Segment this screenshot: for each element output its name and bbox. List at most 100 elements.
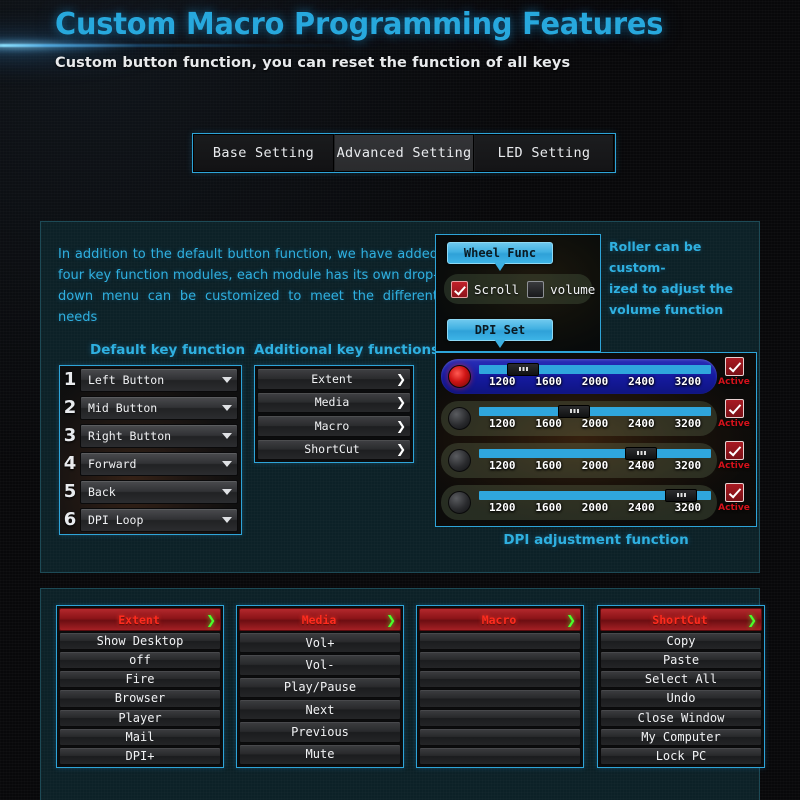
- menu-column-media: Media ❯ Vol+ Vol- Play/Pause Next Previo…: [236, 605, 404, 768]
- chevron-down-icon: [217, 489, 237, 495]
- dpi-active-checkbox[interactable]: [724, 399, 744, 418]
- dpi-profile-radio-4[interactable]: [448, 491, 471, 514]
- menu-columns-panel: Extent ❯ Show Desktop off Fire Browser P…: [40, 588, 765, 800]
- additional-function-label: Macro: [314, 418, 350, 433]
- dpi-row-3: 1200 1600 2000 2400 3200 Active: [441, 441, 751, 480]
- dpi-slider-track[interactable]: [479, 447, 711, 460]
- menu-item[interactable]: Show Desktop: [59, 632, 221, 651]
- menu-item[interactable]: Mute: [239, 743, 401, 765]
- menu-column-macro: Macro ❯: [416, 605, 584, 768]
- key-dropdown-2[interactable]: Mid Button: [80, 396, 238, 420]
- dpi-active-checkbox[interactable]: [724, 357, 744, 376]
- tab-led-setting[interactable]: LED Setting: [474, 134, 614, 172]
- menu-item[interactable]: [419, 746, 581, 765]
- chevron-down-icon: [217, 377, 237, 383]
- menu-item[interactable]: Next: [239, 698, 401, 721]
- dpi-slider-4[interactable]: 1200 1600 2000 2400 3200: [479, 489, 711, 514]
- menu-item[interactable]: Browser: [59, 689, 221, 708]
- menu-header-extent[interactable]: Extent ❯: [59, 608, 221, 631]
- page-root: Custom Macro Programming Features Custom…: [0, 0, 800, 800]
- dpi-tick: 2000: [581, 417, 609, 430]
- chevron-right-icon: ❯: [395, 442, 407, 457]
- additional-function-media[interactable]: Media ❯: [257, 391, 411, 413]
- additional-function-macro[interactable]: Macro ❯: [257, 415, 411, 437]
- key-dropdown-1[interactable]: Left Button: [80, 368, 238, 392]
- dpi-slider-handle[interactable]: [506, 363, 539, 376]
- menu-item[interactable]: Play/Pause: [239, 676, 401, 698]
- scroll-checkbox[interactable]: [451, 280, 468, 298]
- tab-advanced-setting[interactable]: Advanced Setting: [334, 134, 474, 172]
- dpi-profile-radio-2[interactable]: [448, 407, 471, 430]
- dpi-slider-3[interactable]: 1200 1600 2000 2400 3200: [479, 447, 711, 472]
- chevron-right-icon: ❯: [395, 395, 407, 410]
- dpi-active-checkbox[interactable]: [724, 483, 744, 502]
- menu-item[interactable]: [419, 727, 581, 746]
- dpi-slider-track[interactable]: [479, 405, 711, 418]
- default-key-row: 1 Left Button: [60, 366, 241, 394]
- key-index: 4: [63, 453, 77, 474]
- dpi-tick: 3200: [674, 417, 702, 430]
- dpi-tick: 2400: [628, 459, 655, 472]
- dpi-slider-2[interactable]: 1200 1600 2000 2400 3200: [479, 405, 711, 430]
- volume-checkbox[interactable]: [527, 280, 545, 298]
- default-key-function-heading: Default key function: [90, 342, 246, 358]
- menu-item[interactable]: Lock PC: [600, 746, 762, 765]
- additional-function-shortcut[interactable]: ShortCut ❯: [257, 438, 411, 460]
- additional-functions-list: Extent ❯ Media ❯ Macro ❯ ShortCut ❯: [254, 365, 414, 463]
- menu-item[interactable]: My Computer: [600, 727, 762, 746]
- volume-label: volume: [550, 281, 596, 297]
- additional-function-extent[interactable]: Extent ❯: [257, 368, 411, 390]
- key-dropdown-5[interactable]: Back: [80, 480, 238, 504]
- default-key-list: 1 Left Button 2 Mid Button 3 Right Butto…: [59, 365, 242, 535]
- dpi-active-checkbox[interactable]: [724, 441, 744, 460]
- dpi-slider-handle[interactable]: [625, 447, 658, 460]
- dpi-tick-labels: 1200 1600 2000 2400 3200: [479, 375, 711, 388]
- default-key-row: 2 Mid Button: [60, 394, 241, 422]
- key-index: 1: [63, 369, 77, 390]
- menu-item[interactable]: Copy: [600, 632, 762, 651]
- menu-item[interactable]: Vol+: [239, 632, 401, 654]
- menu-header-macro[interactable]: Macro ❯: [419, 608, 581, 631]
- default-key-row: 6 DPI Loop: [60, 506, 241, 534]
- dpi-slider-track[interactable]: [479, 489, 711, 502]
- dpi-tick-labels: 1200 1600 2000 2400 3200: [479, 459, 711, 472]
- key-dropdown-4[interactable]: Forward: [80, 452, 238, 476]
- dpi-slider-track[interactable]: [479, 363, 711, 376]
- dpi-tick: 2000: [581, 501, 609, 514]
- menu-item[interactable]: [419, 708, 581, 727]
- menu-item[interactable]: [419, 651, 581, 670]
- menu-item[interactable]: DPI+: [59, 746, 221, 765]
- tab-base-setting[interactable]: Base Setting: [193, 134, 334, 172]
- menu-item[interactable]: Player: [59, 708, 221, 727]
- menu-item[interactable]: Mail: [59, 727, 221, 746]
- menu-item[interactable]: Select All: [600, 670, 762, 689]
- dpi-active-group-3: Active: [718, 441, 750, 471]
- menu-item[interactable]: [419, 670, 581, 689]
- menu-header-media[interactable]: Media ❯: [239, 608, 401, 631]
- menu-item[interactable]: off: [59, 651, 221, 670]
- dpi-profile-radio-3[interactable]: [448, 449, 471, 472]
- wheel-mode-checkbox-group: Scroll volume: [444, 274, 596, 304]
- dpi-slider-handle[interactable]: [557, 405, 590, 418]
- menu-item[interactable]: Close Window: [600, 708, 762, 727]
- key-dropdown-3[interactable]: Right Button: [80, 424, 238, 448]
- menu-item[interactable]: Previous: [239, 721, 401, 743]
- menu-item[interactable]: Fire: [59, 670, 221, 689]
- key-dropdown-6[interactable]: DPI Loop: [80, 508, 238, 532]
- dpi-slider-1[interactable]: 1200 1600 2000 2400 3200: [479, 363, 711, 388]
- menu-header-shortcut[interactable]: ShortCut ❯: [600, 608, 762, 631]
- dpi-slider-handle[interactable]: [664, 489, 697, 502]
- dpi-set-button[interactable]: DPI Set: [447, 319, 553, 348]
- menu-item[interactable]: [419, 689, 581, 708]
- chevron-down-icon: [217, 405, 237, 411]
- dpi-tick: 1200: [488, 417, 516, 430]
- roller-note-line: Roller can be custom-: [609, 239, 702, 275]
- key-dropdown-value: Left Button: [88, 373, 165, 387]
- menu-item[interactable]: Paste: [600, 651, 762, 670]
- dpi-tick: 2000: [581, 459, 609, 472]
- wheel-func-button[interactable]: Wheel Func: [447, 242, 553, 271]
- dpi-profile-radio-1[interactable]: [448, 365, 471, 388]
- menu-item[interactable]: Undo: [600, 689, 762, 708]
- menu-item[interactable]: Vol-: [239, 654, 401, 676]
- menu-item[interactable]: [419, 632, 581, 651]
